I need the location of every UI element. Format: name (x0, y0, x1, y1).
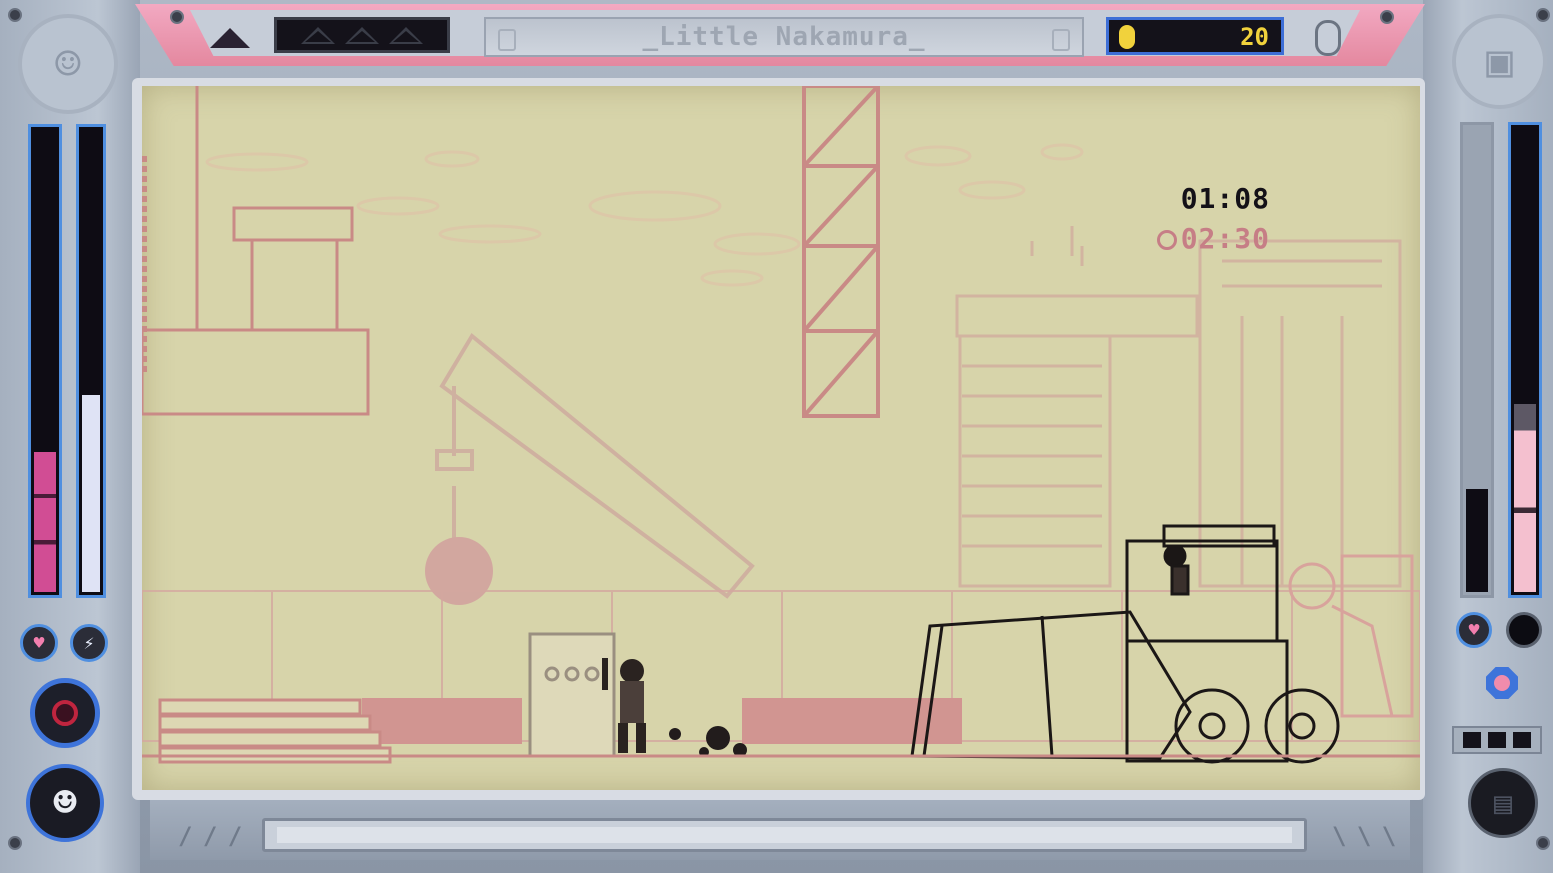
wrecking-ball (425, 537, 493, 605)
electrical-box (528, 632, 616, 758)
plate-cap-icon (1052, 29, 1070, 51)
coin-count: 20 (1240, 23, 1269, 51)
boss-heart-icon[interactable]: ♥ (1456, 612, 1492, 648)
vent-icon: / / / (178, 822, 242, 850)
lightning-icon[interactable]: ⚡ (70, 624, 108, 662)
bulldozer-boss (910, 524, 1340, 764)
life-triangle-icon (389, 26, 423, 44)
screw-icon (1380, 10, 1394, 24)
ammo-slot (1487, 732, 1506, 748)
lives-indicator (274, 17, 450, 53)
vent-icon: \ \ \ (1332, 822, 1396, 850)
robot-button[interactable]: ▤ (1468, 768, 1538, 838)
hazard-stripes (362, 698, 962, 744)
boss-secondary-bar (1460, 122, 1494, 598)
ammo-slot (1463, 732, 1482, 748)
player-health-fill (34, 451, 56, 592)
life-triangle-icon (301, 26, 335, 44)
dialog-slot (262, 818, 1307, 852)
level-name: _Little Nakamura_ (642, 22, 926, 52)
player-energy-bar (76, 124, 106, 598)
player-character (602, 658, 747, 757)
best-time-value: 02:30 (1180, 222, 1270, 255)
character-portrait-button[interactable]: ☻ (26, 764, 104, 842)
plate-cap-icon (498, 29, 516, 51)
bearded-man-icon: ☺ (18, 14, 118, 114)
current-timer: 01:08 (1180, 182, 1270, 215)
clock-icon (1156, 230, 1177, 250)
plug-icon (1315, 20, 1341, 56)
menu-arrow-icon[interactable] (210, 28, 250, 48)
player-energy-fill (82, 395, 100, 592)
robot-face-icon: ▣ (1452, 14, 1547, 109)
heart-icon[interactable]: ♥ (20, 624, 58, 662)
pipe-stack (158, 698, 392, 764)
player-health-bar (28, 124, 62, 598)
life-triangle-icon (345, 26, 379, 44)
best-time: 02:30 (1156, 222, 1270, 255)
screw-icon (1536, 836, 1550, 850)
game-viewport[interactable]: 01:08 02:30 (142, 86, 1420, 790)
coin-icon (1119, 25, 1135, 49)
coin-counter: 20 (1106, 17, 1284, 55)
screw-icon (8, 8, 22, 22)
level-name-plate: _Little Nakamura_ (484, 17, 1084, 57)
platform-structure (142, 86, 370, 416)
ammo-indicator (1452, 726, 1542, 754)
background-buildings (955, 226, 1402, 588)
boss-secondary-fill (1466, 488, 1488, 592)
boss-health-bar (1508, 122, 1542, 598)
boss-health-fill (1514, 404, 1536, 592)
screw-icon (1536, 8, 1550, 22)
ammo-slot (1512, 732, 1531, 748)
hex-gem-icon[interactable] (1486, 667, 1518, 699)
screw-icon (170, 10, 184, 24)
screw-icon (8, 836, 22, 850)
special-dial-button[interactable] (30, 678, 100, 748)
tower-crane (802, 86, 880, 418)
empty-slot-icon[interactable] (1506, 612, 1542, 648)
